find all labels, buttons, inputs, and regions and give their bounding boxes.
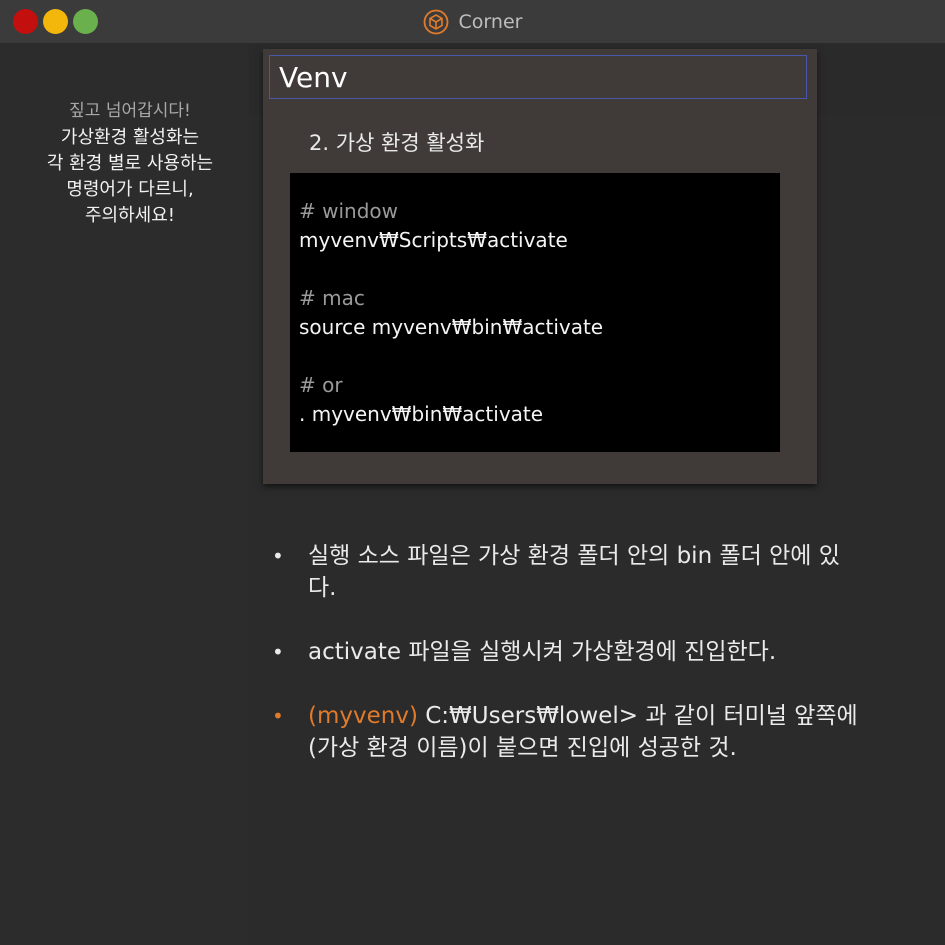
code-command-mac: source myvenv₩bin₩activate — [299, 315, 604, 339]
title-bar: Corner — [0, 0, 945, 43]
sidebar-note: 가상환경 활성화는 각 환경 별로 사용하는 명령어가 다르니, 주의하세요! — [0, 125, 260, 229]
sidebar-note-line: 각 환경 별로 사용하는 — [46, 153, 214, 174]
code-comment-windows: # window — [299, 199, 398, 223]
window-title: Corner — [458, 10, 523, 33]
venv-prompt-highlight: (myvenv) — [308, 703, 418, 729]
list-item: • 실행 소스 파일은 가상 환경 폴더 안의 bin 폴더 안에 있다. — [272, 540, 872, 604]
code-command-windows: myvenv₩Scripts₩activate — [299, 228, 568, 252]
list-item: • activate 파일을 실행시켜 가상환경에 진입한다. — [272, 636, 872, 668]
sidebar-note-line: 명령어가 다르니, — [66, 179, 194, 200]
card-subtitle: 2. 가상 환경 활성화 — [309, 131, 485, 155]
bullet-icon: • — [272, 544, 284, 568]
sidebar: 짚고 넘어갑시다! 가상환경 활성화는 각 환경 별로 사용하는 명령어가 다르… — [0, 43, 249, 945]
note-text: (myvenv) C:₩Users₩lowel> 과 같이 터미널 앞쪽에 (가… — [308, 700, 868, 764]
card-title-field[interactable]: Venv — [269, 55, 807, 99]
sidebar-note-line: 주의하세요! — [84, 205, 175, 226]
sidebar-heading: 짚고 넘어갑시다! — [69, 101, 191, 121]
venv-card: Venv 2. 가상 환경 활성화 # window myvenv₩Script… — [263, 49, 817, 484]
code-comment-or: # or — [299, 373, 343, 397]
list-item: • (myvenv) C:₩Users₩lowel> 과 같이 터미널 앞쪽에 … — [272, 700, 872, 764]
code-command-or: . myvenv₩bin₩activate — [299, 402, 544, 426]
note-text: 실행 소스 파일은 가상 환경 폴더 안의 bin 폴더 안에 있다. — [308, 543, 840, 601]
box-icon — [423, 9, 448, 34]
notes-list: • 실행 소스 파일은 가상 환경 폴더 안의 bin 폴더 안에 있다. • … — [272, 540, 872, 796]
window-title-group: Corner — [0, 0, 945, 43]
bullet-icon: • — [272, 640, 284, 664]
bullet-icon: • — [272, 704, 284, 728]
note-text: activate 파일을 실행시켜 가상환경에 진입한다. — [308, 639, 777, 665]
sidebar-note-line: 가상환경 활성화는 — [60, 127, 200, 148]
code-comment-mac: # mac — [299, 286, 365, 310]
code-block: # window myvenv₩Scripts₩activate # mac s… — [290, 173, 780, 452]
